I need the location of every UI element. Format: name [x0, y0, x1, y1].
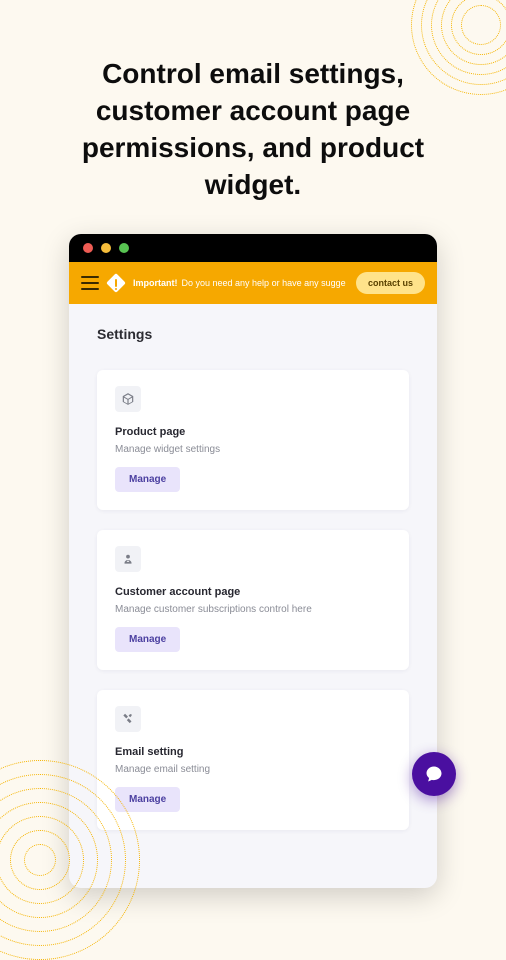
card-title: Customer account page [115, 586, 391, 598]
page-headline: Control email settings, customer account… [0, 0, 506, 234]
manage-button-customer[interactable]: Manage [115, 627, 180, 652]
contact-us-button[interactable]: contact us [356, 272, 425, 294]
user-icon [115, 546, 141, 572]
manage-button-email[interactable]: Manage [115, 787, 180, 812]
device-frame: Important!Do you need any help or have a… [69, 234, 437, 888]
window-close-dot[interactable] [83, 243, 93, 253]
banner-text: Important!Do you need any help or have a… [133, 278, 346, 288]
chat-icon [424, 764, 444, 784]
card-email-setting: Email setting Manage email setting Manag… [97, 690, 409, 830]
chat-fab[interactable] [412, 752, 456, 796]
window-minimize-dot[interactable] [101, 243, 111, 253]
card-title: Product page [115, 426, 391, 438]
card-description: Manage customer subscriptions control he… [115, 604, 391, 615]
page-title: Settings [97, 326, 409, 342]
card-description: Manage email setting [115, 764, 391, 775]
card-description: Manage widget settings [115, 444, 391, 455]
card-customer-account-page: Customer account page Manage customer su… [97, 530, 409, 670]
cube-icon [115, 386, 141, 412]
alert-icon [106, 273, 126, 293]
window-maximize-dot[interactable] [119, 243, 129, 253]
content-area: Settings Product page Manage widget sett… [69, 304, 437, 888]
menu-icon[interactable] [81, 276, 99, 290]
card-product-page: Product page Manage widget settings Mana… [97, 370, 409, 510]
alert-banner: Important!Do you need any help or have a… [69, 262, 437, 304]
tools-icon [115, 706, 141, 732]
window-titlebar [69, 234, 437, 262]
card-title: Email setting [115, 746, 391, 758]
manage-button-product[interactable]: Manage [115, 467, 180, 492]
